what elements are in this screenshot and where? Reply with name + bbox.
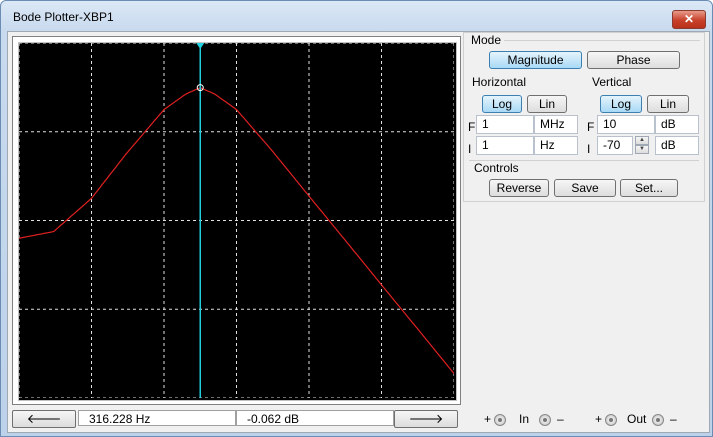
client-area: 🡐 316.228 Hz -0.062 dB 🡒 Mode Magnitude … <box>7 31 710 433</box>
vertical-initial-field[interactable]: -70 <box>597 136 633 155</box>
left-arrow-icon: 🡐 <box>26 411 62 426</box>
vertical-final-label: F <box>587 120 595 134</box>
set-button[interactable]: Set... <box>620 179 678 197</box>
bode-plotter-window: Bode Plotter-XBP1 ✕ 🡐 316.228 Hz -0.062 … <box>0 0 713 437</box>
vertical-lin-button[interactable]: Lin <box>647 95 689 113</box>
horizontal-final-field[interactable]: 1 <box>476 115 534 134</box>
horizontal-log-button[interactable]: Log <box>482 95 522 113</box>
phase-button[interactable]: Phase <box>587 51 680 69</box>
settings-panel: Mode Magnitude Phase Horizontal Log Lin … <box>463 32 705 202</box>
vertical-final-field[interactable]: 10 <box>597 115 655 134</box>
vertical-initial-unit[interactable]: dB <box>655 136 699 155</box>
out-plus-label: + <box>595 412 603 426</box>
title-bar[interactable]: Bode Plotter-XBP1 ✕ <box>1 1 712 31</box>
out-terminals: + Out – <box>595 410 705 428</box>
in-plus-terminal[interactable] <box>494 414 506 426</box>
horizontal-initial-field[interactable]: 1 <box>476 136 534 155</box>
horizontal-initial-unit[interactable]: Hz <box>534 136 578 155</box>
vertical-label: Vertical <box>592 75 632 89</box>
window-title: Bode Plotter-XBP1 <box>13 10 114 24</box>
vertical-initial-label: I <box>587 142 591 156</box>
horizontal-initial-label: I <box>468 142 472 156</box>
readout-bar: 🡐 316.228 Hz -0.062 dB 🡒 <box>12 410 459 428</box>
right-arrow-icon: 🡒 <box>408 411 444 426</box>
horizontal-final-unit[interactable]: MHz <box>534 115 578 134</box>
in-plus-label: + <box>484 412 492 426</box>
horizontal-final-label: F <box>468 120 476 134</box>
spin-down-icon[interactable]: ▼ <box>635 145 649 154</box>
spin-up-icon[interactable]: ▲ <box>635 136 649 145</box>
in-terminals: + In – <box>484 410 594 428</box>
out-minus-terminal[interactable] <box>652 414 664 426</box>
reverse-button[interactable]: Reverse <box>489 179 549 197</box>
mode-label: Mode <box>471 33 502 47</box>
bode-plot-svg <box>19 43 454 398</box>
vertical-initial-spinner[interactable]: ▲ ▼ <box>635 136 649 155</box>
cursor-left-button[interactable]: 🡐 <box>12 410 76 428</box>
controls-label: Controls <box>474 161 519 175</box>
magnitude-button[interactable]: Magnitude <box>489 51 582 69</box>
magnitude-readout: -0.062 dB <box>236 410 394 426</box>
vertical-final-unit[interactable]: dB <box>655 115 699 134</box>
out-plus-terminal[interactable] <box>605 414 617 426</box>
out-label: Out <box>627 412 647 426</box>
in-minus-terminal[interactable] <box>539 414 551 426</box>
bode-plot[interactable] <box>18 42 457 401</box>
mode-divider <box>504 40 700 41</box>
out-minus-label: – <box>670 412 677 426</box>
horizontal-label: Horizontal <box>472 75 527 89</box>
cursor-right-button[interactable]: 🡒 <box>394 410 458 428</box>
vertical-log-button[interactable]: Log <box>600 95 642 113</box>
in-minus-label: – <box>557 412 564 426</box>
in-label: In <box>519 412 530 426</box>
save-button[interactable]: Save <box>554 179 616 197</box>
horizontal-lin-button[interactable]: Lin <box>527 95 567 113</box>
close-button[interactable]: ✕ <box>672 10 706 29</box>
plot-frame <box>12 36 461 405</box>
frequency-readout: 316.228 Hz <box>78 410 236 426</box>
cursor-marker-icon <box>196 43 205 49</box>
